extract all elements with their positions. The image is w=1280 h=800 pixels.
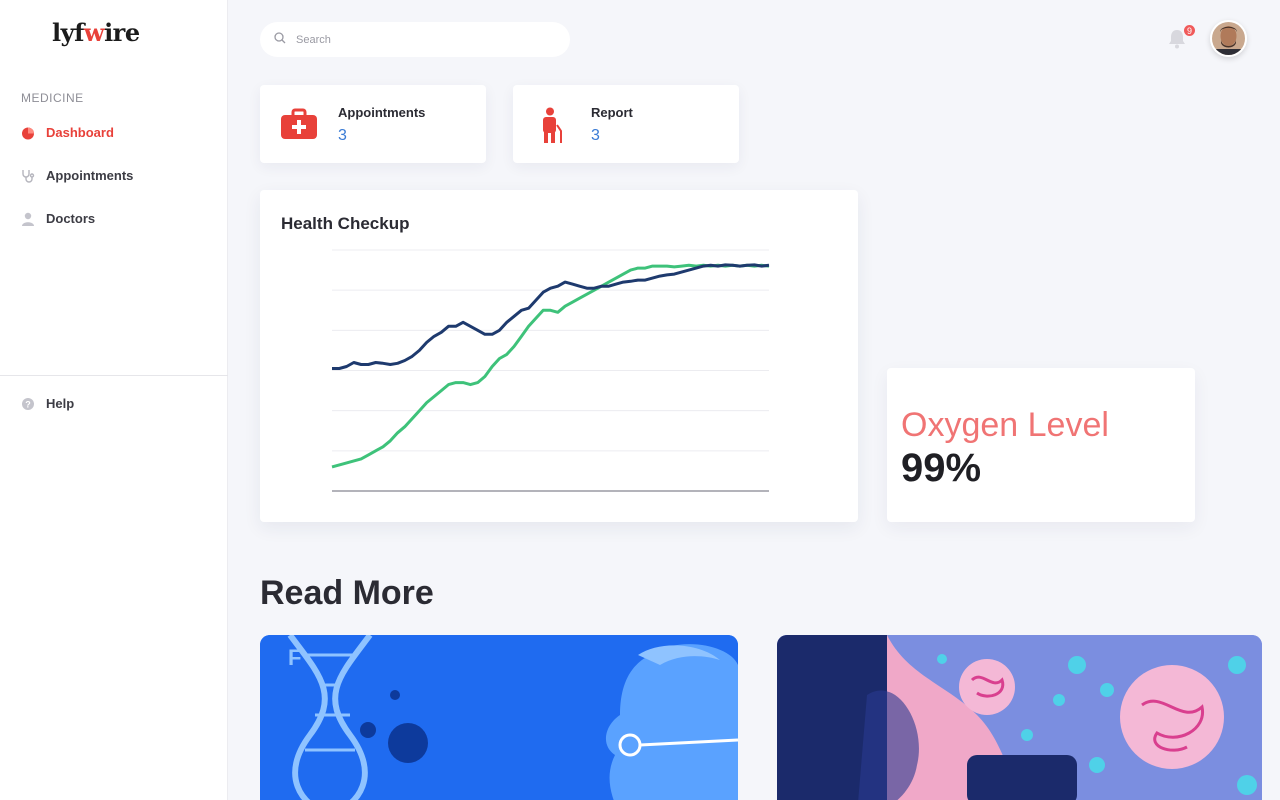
notification-badge: 9 <box>1182 23 1197 38</box>
chart-series-line-2 <box>331 263 770 469</box>
medical-kit-icon <box>280 107 318 146</box>
sidebar-section-label: MEDICINE <box>21 91 84 105</box>
oxygen-level-card: Oxygen Level 99% <box>887 368 1195 522</box>
sidebar-item-dashboard[interactable]: Dashboard <box>21 125 114 140</box>
stat-value: 3 <box>591 127 600 144</box>
svg-text:?: ? <box>25 399 31 409</box>
sidebar-item-label: Dashboard <box>46 125 114 140</box>
svg-text:F: F <box>288 645 301 670</box>
sidebar-item-label: Appointments <box>46 168 134 183</box>
oxygen-label: Oxygen Level <box>901 406 1109 444</box>
sidebar-divider <box>0 375 228 376</box>
sidebar-item-appointments[interactable]: Appointments <box>21 168 133 183</box>
sidebar-item-help[interactable]: ? Help <box>21 396 74 411</box>
dna-illustration: F <box>260 635 738 800</box>
sidebar-item-label: Doctors <box>46 211 96 226</box>
stat-card-appointments[interactable]: Appointments 3 <box>260 85 486 163</box>
app-logo[interactable]: lyfwire <box>52 18 140 47</box>
article-card-dna[interactable]: F <box>260 635 738 800</box>
health-checkup-card: Health Checkup <box>260 190 858 522</box>
sidebar: lyfwire MEDICINE Dashboard Appointments … <box>0 0 228 800</box>
dashboard-icon <box>21 126 35 140</box>
sidebar-item-doctors[interactable]: Doctors <box>21 211 95 226</box>
stat-title: Report <box>591 105 633 120</box>
health-chart <box>331 249 770 492</box>
help-icon: ? <box>21 397 35 411</box>
article-card-virus[interactable] <box>777 635 1262 800</box>
sidebar-item-label: Help <box>46 396 75 411</box>
oxygen-value: 99% <box>901 446 982 490</box>
virus-illustration <box>777 635 1262 800</box>
stat-card-report[interactable]: Report 3 <box>513 85 739 163</box>
logo-text-start: lyf <box>52 18 84 47</box>
search-bar[interactable] <box>260 22 570 57</box>
logo-pulse: w <box>83 18 105 47</box>
patient-icon <box>533 107 571 150</box>
stat-title: Appointments <box>338 105 426 120</box>
read-more-heading: Read More <box>260 574 434 612</box>
search-input[interactable] <box>296 33 536 46</box>
user-avatar[interactable] <box>1210 20 1247 57</box>
doctor-icon <box>21 212 35 226</box>
search-icon <box>274 31 286 49</box>
chart-series-line-1 <box>332 263 770 370</box>
stat-value: 3 <box>338 127 347 144</box>
logo-text-end: ire <box>104 18 140 47</box>
stethoscope-icon <box>21 169 35 183</box>
